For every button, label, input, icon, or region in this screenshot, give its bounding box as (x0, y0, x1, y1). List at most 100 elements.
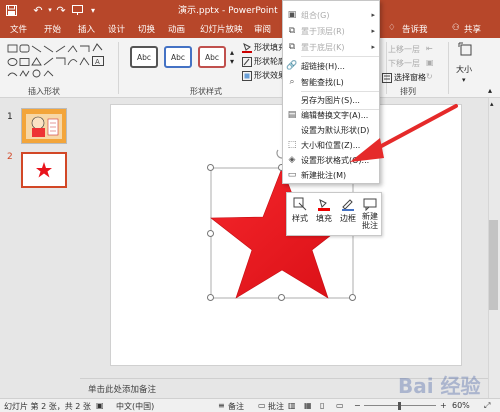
shape-outline-button[interactable]: 形状轮廓 (242, 56, 286, 67)
edit-shape-icon[interactable] (92, 42, 104, 52)
style-thumb-2[interactable]: Abc (164, 46, 192, 68)
collapse-ribbon-icon[interactable]: ▴ (488, 86, 492, 95)
zoom-slider-thumb[interactable] (398, 402, 401, 410)
slide-sorter-icon[interactable]: ▦ (304, 401, 312, 410)
submenu-arrow-icon: ▸ (371, 27, 375, 35)
selection-pane-label: 选择窗格 (394, 73, 426, 82)
size-button[interactable]: 大小 (456, 64, 472, 75)
ribbon-divider (118, 42, 119, 94)
arrange-group-label: 排列 (400, 87, 416, 96)
notes-toggle-button[interactable]: 备注 (228, 401, 244, 412)
alt-text-icon: ▤ (287, 110, 297, 120)
outline-button[interactable]: 边框 (337, 197, 359, 224)
baidu-watermark: Bai 经验 (398, 374, 481, 398)
format-shape-icon: ◈ (288, 155, 296, 165)
style-button[interactable]: 样式 (289, 197, 311, 224)
customize-toolbar-icon[interactable]: ▾ (88, 2, 98, 18)
style-gallery-more-icon[interactable]: ▴ ▾ (230, 48, 234, 66)
slideshow-icon[interactable] (70, 2, 84, 18)
fill-button[interactable]: 填充 (313, 197, 335, 224)
bring-forward-button[interactable]: 上移一层 (388, 44, 420, 55)
menu-item-bring-to-front[interactable]: ⧉ 置于顶层(R) ▸ (283, 23, 379, 39)
effects-icon (242, 70, 252, 81)
lightbulb-icon: ♢ (388, 23, 396, 33)
resize-handle[interactable] (207, 294, 214, 301)
size-dropdown-icon[interactable]: ▾ (462, 76, 466, 84)
link-icon: 🔗 (286, 61, 298, 71)
style-thumb-3[interactable]: Abc (198, 46, 226, 68)
notes-icon: ≡ (218, 401, 225, 410)
group-icon[interactable]: ▣ (426, 58, 434, 67)
tab-design[interactable]: 设计 (108, 23, 125, 35)
tab-animations[interactable]: 动画 (168, 23, 185, 35)
tab-review[interactable]: 审阅 (254, 23, 271, 35)
send-backward-button[interactable]: 下移一层 (388, 58, 420, 69)
shape-styles-group-label: 形状样式 (190, 87, 222, 96)
scrollbar-thumb[interactable] (489, 220, 498, 310)
fit-to-window-icon[interactable]: ⤢ (484, 401, 490, 411)
slideshow-view-icon[interactable]: ▭ (336, 401, 344, 410)
star-thumbnail-icon (36, 162, 52, 178)
menu-item-hyperlink[interactable]: 🔗 超链接(H)... (283, 58, 379, 74)
spell-check-icon[interactable]: ▣ (96, 401, 104, 410)
zoom-level[interactable]: 60% (452, 401, 470, 410)
comment-icon: ▭ (287, 170, 297, 180)
menu-item-send-to-back[interactable]: ⧉ 置于底层(K) ▸ (283, 39, 379, 55)
style-button-label: 样式 (292, 214, 308, 223)
outline-icon (242, 56, 252, 67)
bring-to-front-icon: ⧉ (288, 26, 296, 36)
size-icon (458, 42, 474, 58)
shape-fill-button[interactable]: 形状填充 (242, 42, 286, 53)
normal-view-icon[interactable]: ▥ (288, 401, 296, 410)
cartoon-image-icon (22, 109, 66, 143)
fill-button-label: 填充 (316, 214, 332, 223)
new-comment-label-1: 新建 (362, 212, 378, 221)
send-to-back-icon: ⧉ (288, 42, 296, 52)
resize-handle[interactable] (207, 164, 214, 171)
slide-thumbnail-1[interactable] (21, 108, 67, 144)
align-icon[interactable]: ⇤ (426, 44, 433, 53)
menu-item-group[interactable]: ▣ 组合(G) ▸ (283, 7, 379, 23)
tab-slideshow[interactable]: 幻灯片放映 (200, 23, 243, 35)
scroll-up-icon[interactable]: ▴ (490, 100, 494, 108)
save-icon[interactable] (4, 2, 18, 18)
mini-toolbar: 样式 填充 边框 新建 批注 (286, 192, 382, 236)
resize-handle[interactable] (278, 294, 285, 301)
share-button[interactable]: 共享 (464, 23, 481, 35)
shape-effects-button[interactable]: 形状效果 (242, 70, 286, 81)
ribbon-divider (448, 42, 449, 94)
style-thumb-1[interactable]: Abc (130, 46, 158, 68)
slide-number: 2 (7, 152, 13, 162)
slide-thumbnail-2[interactable] (21, 152, 67, 188)
menu-item-label: 智能查找(L) (301, 77, 344, 87)
search-icon: ⌕ (289, 77, 295, 87)
resize-handle[interactable] (349, 294, 356, 301)
outline-button-label: 边框 (340, 214, 356, 223)
new-comment-button[interactable]: 新建 批注 (359, 197, 381, 230)
tab-file[interactable]: 文件 (10, 23, 27, 35)
language-status[interactable]: 中文(中国) (116, 401, 154, 412)
resize-handle[interactable] (207, 230, 214, 237)
window-title: 演示.pptx - PowerPoint (178, 6, 278, 16)
undo-dropdown-icon[interactable]: ▾ (46, 2, 54, 18)
tab-insert[interactable]: 插入 (78, 23, 95, 35)
zoom-out-icon[interactable]: − (354, 401, 361, 410)
redo-icon[interactable]: ↷ (54, 2, 68, 18)
text-box-icon[interactable]: A (92, 56, 104, 66)
selection-pane-button[interactable]: 选择窗格 (382, 72, 426, 83)
rotate-icon[interactable]: ↻ (426, 72, 433, 81)
zoom-in-icon[interactable]: + (440, 401, 447, 410)
menu-item-label: 置于底层(K) (301, 42, 345, 52)
size-position-icon: ⬚ (287, 140, 297, 150)
menu-item-smart-lookup[interactable]: ⌕ 智能查找(L) (283, 74, 379, 90)
tab-home[interactable]: 开始 (44, 23, 61, 35)
reading-view-icon[interactable]: ▯ (320, 401, 324, 410)
slide-thumbnail-pane: 1 2 (0, 98, 80, 398)
tell-me-search[interactable]: 告诉我 (402, 23, 428, 35)
pen-icon (341, 197, 355, 211)
annotation-arrow-icon (350, 104, 458, 162)
comments-toggle-button[interactable]: 批注 (268, 401, 284, 412)
ribbon: A 插入形状 Abc Abc Abc ▴ ▾ 形状填充 形状轮廓 形状效果 形状样… (0, 38, 500, 98)
tab-transitions[interactable]: 切换 (138, 23, 155, 35)
undo-icon[interactable]: ↶ (30, 2, 46, 18)
